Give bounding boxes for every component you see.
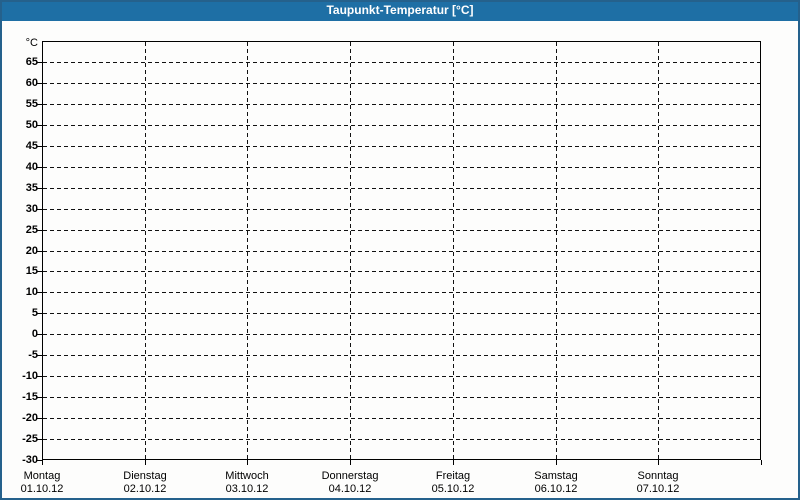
- y-axis-tick-label: 35: [25, 182, 38, 194]
- y-axis-tick-label: 65: [25, 56, 38, 68]
- h-gridline: [43, 251, 760, 252]
- h-gridline: [43, 355, 760, 356]
- y-axis-tick-label: 25: [25, 224, 38, 236]
- y-axis-tick-label: 10: [25, 286, 38, 298]
- y-axis-tick-label: 5: [31, 307, 38, 319]
- y-axis-tick-label: 45: [25, 140, 38, 152]
- v-gridline: [247, 42, 248, 459]
- y-axis-tick-label: 40: [25, 161, 38, 173]
- x-axis-day-label: Montag: [23, 470, 61, 482]
- h-gridline: [43, 271, 760, 272]
- chart-title: Taupunkt-Temperatur [°C]: [326, 3, 474, 17]
- x-axis-date-label: 02.10.12: [123, 483, 167, 495]
- v-gridline: [658, 42, 659, 459]
- v-gridline: [145, 42, 146, 459]
- y-axis-tick-label: 55: [25, 98, 38, 110]
- y-axis-tick-label: 30: [25, 203, 38, 215]
- x-axis-day-label: Samstag: [534, 470, 578, 482]
- x-axis-tick: [145, 460, 146, 465]
- y-axis-unit-label: °C: [25, 37, 38, 49]
- h-gridline: [43, 125, 760, 126]
- chart-window: Taupunkt-Temperatur [°C] °C 65 60 55 50 45 40…: [0, 0, 800, 500]
- h-gridline: [43, 334, 760, 335]
- x-axis-tick: [350, 460, 351, 465]
- y-axis-tick-label: 50: [25, 119, 38, 131]
- h-gridline: [43, 167, 760, 168]
- x-axis-date-label: 03.10.12: [225, 483, 269, 495]
- h-gridline: [43, 146, 760, 147]
- x-axis-tick: [761, 460, 762, 465]
- h-gridline: [43, 439, 760, 440]
- h-gridline: [43, 104, 760, 105]
- chart-title-bar: Taupunkt-Temperatur [°C]: [2, 2, 798, 21]
- x-axis-tick: [453, 460, 454, 465]
- h-gridline: [43, 292, 760, 293]
- x-axis-day-label: Mittwoch: [225, 470, 269, 482]
- h-gridline: [43, 418, 760, 419]
- y-axis-tick-label: -5: [28, 349, 38, 361]
- x-axis-date-label: 01.10.12: [20, 483, 64, 495]
- h-gridline: [43, 209, 760, 210]
- h-gridline: [43, 62, 760, 63]
- x-axis-day-label: Donnerstag: [321, 470, 379, 482]
- x-axis-day-label: Sonntag: [637, 470, 679, 482]
- h-gridline: [43, 313, 760, 314]
- x-axis-tick: [42, 460, 43, 465]
- y-axis-tick-label: -30: [22, 454, 38, 466]
- v-gridline: [453, 42, 454, 459]
- x-axis-tick: [556, 460, 557, 465]
- h-gridline: [43, 188, 760, 189]
- y-axis-tick-label: 60: [25, 77, 38, 89]
- y-axis-tick-label: -20: [22, 412, 38, 424]
- v-gridline: [556, 42, 557, 459]
- x-axis-date-label: 06.10.12: [534, 483, 578, 495]
- y-axis-tick-label: -25: [22, 433, 38, 445]
- x-axis-date-label: 04.10.12: [328, 483, 372, 495]
- y-axis-tick-label: -10: [22, 370, 38, 382]
- x-axis-tick: [247, 460, 248, 465]
- h-gridline: [43, 230, 760, 231]
- h-gridline: [43, 83, 760, 84]
- x-axis-day-label: Freitag: [435, 470, 471, 482]
- y-axis-tick-label: 15: [25, 265, 38, 277]
- x-axis-day-label: Dienstag: [123, 470, 167, 482]
- x-axis-date-label: 05.10.12: [431, 483, 475, 495]
- h-gridline: [43, 397, 760, 398]
- x-axis-tick: [658, 460, 659, 465]
- y-axis-tick-label: -15: [22, 391, 38, 403]
- y-axis-tick-label: 20: [25, 245, 38, 257]
- y-axis-tick-label: 0: [31, 328, 38, 340]
- v-gridline: [350, 42, 351, 459]
- h-gridline: [43, 376, 760, 377]
- x-axis-date-label: 07.10.12: [636, 483, 680, 495]
